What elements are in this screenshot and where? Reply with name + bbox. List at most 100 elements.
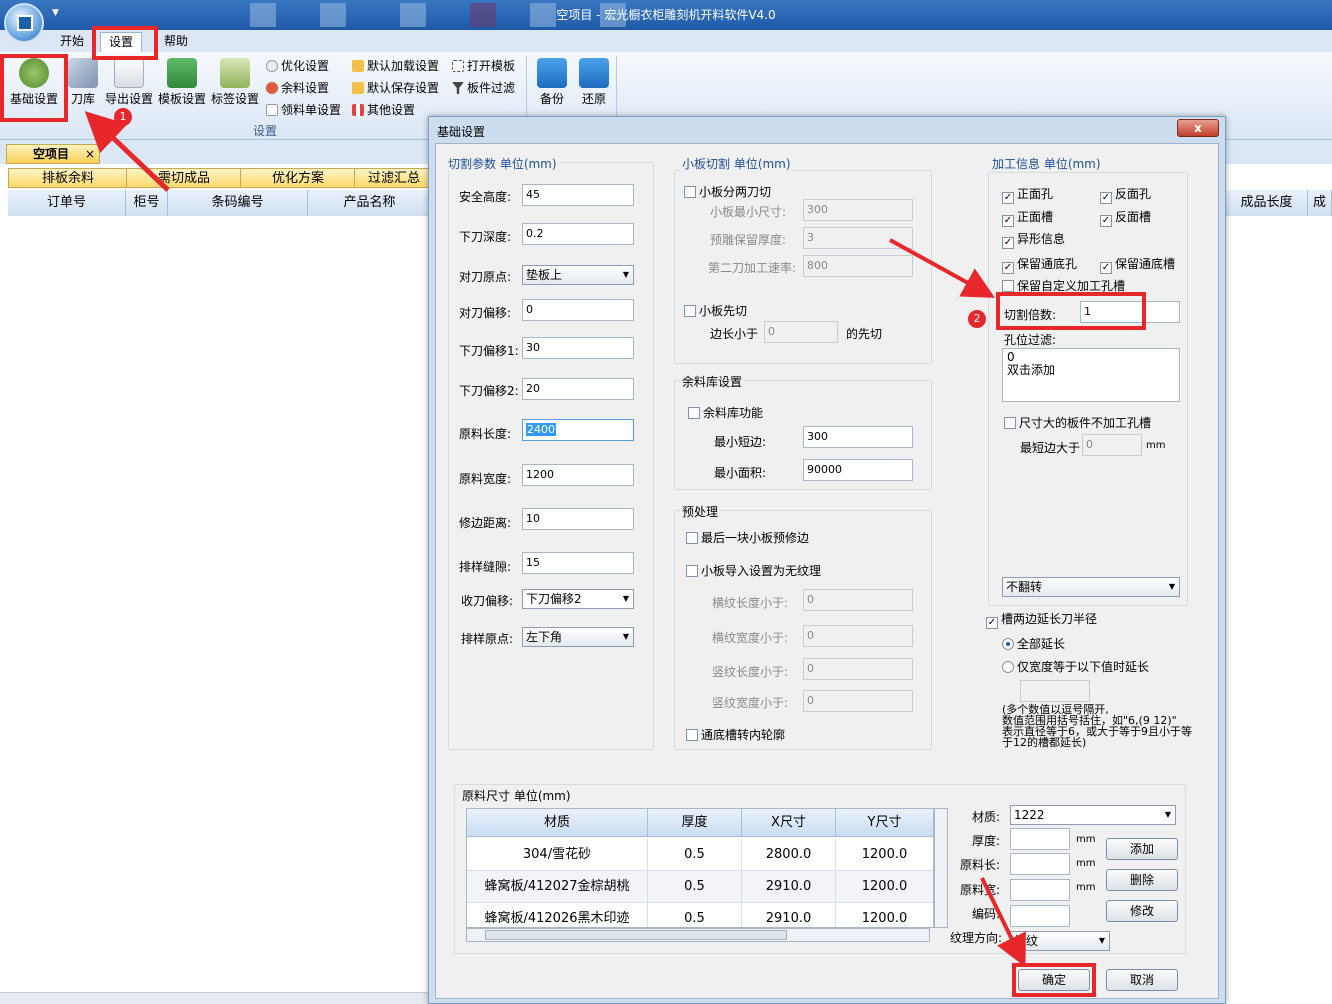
two-cut-checkbox[interactable]: 小板分两刀切	[684, 185, 771, 199]
template-settings-button[interactable]: 模板设置	[157, 58, 207, 107]
table-cell[interactable]: 1200.0	[836, 871, 933, 903]
layout-origin-select[interactable]: 左下角	[522, 627, 634, 647]
min-short-input[interactable]: 300	[803, 426, 913, 448]
thickness-input[interactable]	[1010, 828, 1070, 850]
menu-tab-help[interactable]: 帮助	[156, 32, 196, 52]
cut-multiple-input[interactable]: 1	[1080, 301, 1180, 323]
front-hole-checkbox[interactable]: ✓ 正面孔	[1002, 187, 1053, 204]
default-load-settings-button[interactable]: 默认加载设置	[352, 57, 439, 75]
front-slot-checkbox[interactable]: ✓ 正面槽	[1002, 210, 1053, 227]
doc-tab-empty-project[interactable]: 空项目 ×	[6, 144, 100, 164]
table-cell[interactable]: 2910.0	[742, 871, 836, 903]
big-no-process-checkbox[interactable]: 尺寸大的板件不加工孔槽	[1004, 416, 1151, 430]
last-trim-checkbox[interactable]: 最后一块小板预修边	[686, 531, 809, 545]
header-thickness[interactable]: 厚度	[648, 809, 742, 837]
picking-list-settings-button[interactable]: 领料单设置	[266, 101, 341, 119]
dialog-close-button[interactable]: x	[1177, 119, 1219, 137]
edge-less-input[interactable]: 0	[764, 321, 838, 343]
quick-access-dropdown-icon[interactable]: ▼	[52, 8, 59, 18]
panel-filter-button[interactable]: 板件过滤	[452, 79, 515, 97]
restore-button[interactable]: 还原	[578, 58, 610, 107]
column-barcode[interactable]: 条码编号	[168, 190, 308, 216]
cut-depth-input[interactable]: 0.2	[522, 223, 634, 245]
keep-custom-checkbox[interactable]: 保留自定义加工孔槽	[1002, 279, 1125, 293]
trim-distance-input[interactable]: 10	[522, 508, 634, 530]
table-cell[interactable]: 1200.0	[836, 903, 933, 927]
table-cell[interactable]: 0.5	[648, 871, 742, 903]
header-y-size[interactable]: Y尺寸	[836, 809, 933, 837]
grain-select[interactable]: 横纹	[1010, 931, 1110, 951]
modify-button[interactable]: 修改	[1106, 900, 1178, 922]
column-order-no[interactable]: 订单号	[8, 190, 126, 216]
menu-tab-settings[interactable]: 设置	[100, 32, 143, 52]
remnant-settings-button[interactable]: 余料设置	[266, 79, 329, 97]
material-select[interactable]: 1222	[1010, 805, 1176, 825]
backup-button[interactable]: 备份	[536, 58, 568, 107]
delete-button[interactable]: 删除	[1106, 869, 1178, 891]
extend-all-radio[interactable]: 全部延长	[1002, 637, 1065, 651]
subtab-parts-to-cut[interactable]: 需切成品	[126, 168, 242, 188]
tool-offset-input[interactable]: 0	[522, 299, 634, 321]
table-cell[interactable]: 0.5	[648, 839, 742, 871]
small-first-checkbox[interactable]: 小板先切	[684, 304, 747, 318]
layout-gap-input[interactable]: 15	[522, 552, 634, 574]
cut-offset2-input[interactable]: 20	[522, 378, 634, 400]
width-input[interactable]	[1010, 879, 1070, 901]
min-edge-input[interactable]: 0	[1082, 434, 1142, 456]
safe-height-input[interactable]: 45	[522, 184, 634, 206]
header-x-size[interactable]: X尺寸	[742, 809, 836, 837]
optimize-settings-button[interactable]: 优化设置	[266, 57, 329, 75]
table-cell[interactable]: 2910.0	[742, 903, 836, 927]
shaped-info-checkbox[interactable]: ✓ 异形信息	[1002, 232, 1065, 249]
table-cell[interactable]: 304/雪花砂	[467, 839, 648, 871]
column-finished-length[interactable]: 成品长度	[1226, 190, 1308, 216]
extend-width-radio[interactable]: 仅宽度等于以下值时延长	[1002, 660, 1149, 674]
slot-contour-checkbox[interactable]: 通底槽转内轮廓	[686, 728, 785, 742]
retract-offset-select[interactable]: 下刀偏移2	[522, 589, 634, 609]
subtab-filter-summary[interactable]: 过滤汇总	[354, 168, 434, 188]
export-settings-button[interactable]: 导出设置	[104, 58, 154, 107]
label-settings-button[interactable]: 标签设置	[210, 58, 260, 107]
raw-width-input[interactable]: 1200	[522, 464, 634, 486]
min-area-input[interactable]: 90000	[803, 459, 913, 481]
table-cell[interactable]: 2800.0	[742, 839, 836, 871]
other-settings-button[interactable]: 其他设置	[352, 101, 415, 119]
remnant-lib-checkbox[interactable]: 余料库功能	[688, 406, 763, 420]
tool-origin-select[interactable]: 垫板上	[522, 265, 634, 285]
scroll-thumb[interactable]	[485, 930, 787, 940]
code-input[interactable]	[1010, 905, 1070, 927]
back-slot-checkbox[interactable]: ✓ 反面槽	[1100, 210, 1151, 227]
menu-tab-start[interactable]: 开始	[52, 32, 92, 52]
v-length-input[interactable]: 0	[803, 658, 913, 680]
cancel-button[interactable]: 取消	[1106, 969, 1178, 991]
flip-select[interactable]: 不翻转	[1002, 577, 1180, 597]
second-speed-input[interactable]: 800	[803, 255, 913, 277]
table-cell[interactable]: 1200.0	[836, 839, 933, 871]
header-material[interactable]: 材质	[467, 809, 648, 837]
subtab-layout-remnant[interactable]: 排板余料	[8, 168, 128, 188]
cut-offset1-input[interactable]: 30	[522, 337, 634, 359]
keep-through-hole-checkbox[interactable]: ✓ 保留通底孔	[1002, 257, 1077, 274]
app-menu-icon[interactable]	[4, 3, 44, 43]
no-grain-checkbox[interactable]: 小板导入设置为无纹理	[686, 564, 821, 578]
column-product-name[interactable]: 产品名称	[308, 190, 432, 216]
table-vertical-scrollbar[interactable]	[934, 808, 948, 928]
pre-thick-input[interactable]: 3	[803, 227, 913, 249]
horizontal-scrollbar[interactable]	[0, 992, 430, 1004]
basic-settings-button[interactable]: 基础设置	[6, 58, 62, 107]
open-template-button[interactable]: 打开模板	[452, 57, 515, 75]
knife-library-button[interactable]: 刀库	[66, 58, 100, 107]
subtab-optimize-plan[interactable]: 优化方案	[240, 168, 356, 188]
length-input[interactable]	[1010, 853, 1070, 875]
v-width-input[interactable]: 0	[803, 690, 913, 712]
keep-through-slot-checkbox[interactable]: ✓ 保留通底槽	[1100, 257, 1175, 274]
h-width-input[interactable]: 0	[803, 625, 913, 647]
h-length-input[interactable]: 0	[803, 589, 913, 611]
hole-filter-list[interactable]: 0 双击添加	[1002, 348, 1180, 402]
slot-extend-checkbox[interactable]: ✓ 槽两边延长刀半径	[986, 612, 1097, 629]
doc-tab-close-icon[interactable]: ×	[85, 145, 95, 163]
table-cell[interactable]: 蜂窝板/412026黑木印迹	[467, 903, 648, 927]
table-horizontal-scrollbar[interactable]	[466, 928, 930, 942]
column-truncated[interactable]: 成	[1308, 190, 1332, 216]
ok-button[interactable]: 确定	[1018, 969, 1090, 991]
